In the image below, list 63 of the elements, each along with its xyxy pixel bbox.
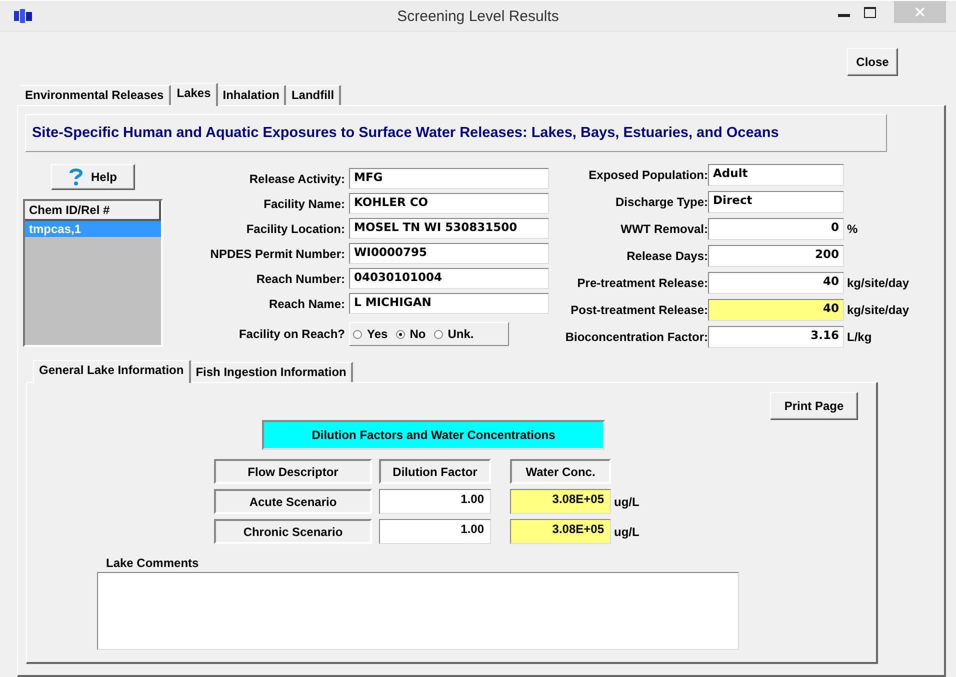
field-label: Release Days: xyxy=(626,249,708,263)
field-label: Facility Name: xyxy=(262,196,345,210)
close-button[interactable]: Close xyxy=(847,48,898,76)
tab[interactable]: Lakes xyxy=(170,83,218,106)
radio-option[interactable]: No xyxy=(396,327,426,341)
print-button[interactable]: Print Page xyxy=(770,392,858,420)
table-cell: 3.08E+05 xyxy=(510,519,611,544)
help-button[interactable]: Help xyxy=(51,164,135,190)
field-label: Reach Name: xyxy=(268,296,345,310)
field-label: Lake Comments xyxy=(106,556,200,570)
unit-label: % xyxy=(847,222,859,236)
text-field[interactable]: MOSEL TN WI 530831500 xyxy=(349,218,549,239)
window-title: Screening Level Results xyxy=(397,8,559,24)
text-field[interactable]: Direct xyxy=(708,191,844,213)
row-header: Acute Scenario xyxy=(214,489,372,514)
column-header: Dilution Factor xyxy=(379,459,491,484)
field-label: Exposed Population: xyxy=(588,168,708,182)
column-header: Water Conc. xyxy=(510,459,611,484)
column-header: Flow Descriptor xyxy=(214,459,372,484)
table-cell: 3.08E+05 xyxy=(510,489,611,514)
text-field[interactable]: 200 xyxy=(708,245,844,267)
unit-label: L/kg xyxy=(847,330,873,344)
tab[interactable]: General Lake Information xyxy=(33,360,191,383)
field-label: Discharge Type: xyxy=(614,195,708,209)
comments-field[interactable] xyxy=(97,572,739,650)
field-label: Release Activity: xyxy=(248,172,345,186)
unit-label: kg/site/day xyxy=(847,303,910,317)
text-field[interactable]: 40 xyxy=(708,272,844,294)
field-label: Reach Number: xyxy=(255,272,345,286)
unit-label: ug/L xyxy=(614,494,640,508)
text-field[interactable]: 3.16 xyxy=(708,326,844,348)
tab[interactable]: Landfill xyxy=(286,85,342,105)
field-label: WWT Removal: xyxy=(620,222,708,236)
maximize-icon[interactable] xyxy=(864,7,876,18)
table-cell: 1.00 xyxy=(379,519,491,544)
text-field[interactable]: 40 xyxy=(708,299,844,321)
row-header: Chronic Scenario xyxy=(214,519,372,544)
section-heading: Dilution Factors and Water Concentrations xyxy=(262,420,605,450)
field-label: Facility on Reach? xyxy=(238,327,345,341)
text-field[interactable]: 04030101004 xyxy=(349,268,549,289)
minimize-icon[interactable] xyxy=(838,14,850,18)
field-label: Bioconcentration Factor: xyxy=(564,330,708,344)
text-field[interactable]: KOHLER CO xyxy=(349,193,549,214)
tab[interactable]: Fish Ingestion Information xyxy=(190,362,354,382)
page-heading: Site-Specific Human and Aquatic Exposures to Surface Water Releases: Lakes, Bays, Estuaries, and Oceans xyxy=(25,114,887,152)
text-field[interactable]: MFG xyxy=(349,168,549,189)
table-cell: 1.00 xyxy=(379,489,491,514)
list-header: Chem ID/Rel # xyxy=(25,201,161,221)
text-field[interactable]: 0 xyxy=(708,218,844,240)
text-field[interactable]: Adult xyxy=(708,164,844,186)
field-label: Post-treatment Release: xyxy=(570,303,708,317)
unit-label: ug/L xyxy=(614,524,640,538)
field-label: Facility Location: xyxy=(245,222,345,236)
radio-option[interactable]: Unk. xyxy=(434,327,474,341)
question-mark-icon xyxy=(68,168,83,186)
radio-option[interactable]: Yes xyxy=(353,327,388,341)
text-field[interactable]: WI0000795 xyxy=(349,243,549,264)
text-field[interactable]: L MICHIGAN xyxy=(349,293,549,314)
unit-label: kg/site/day xyxy=(847,276,910,290)
field-label: NPDES Permit Number: xyxy=(209,246,345,260)
tab[interactable]: Inhalation xyxy=(218,85,286,105)
field-label: Pre-treatment Release: xyxy=(576,276,708,290)
app-icon xyxy=(14,9,32,23)
